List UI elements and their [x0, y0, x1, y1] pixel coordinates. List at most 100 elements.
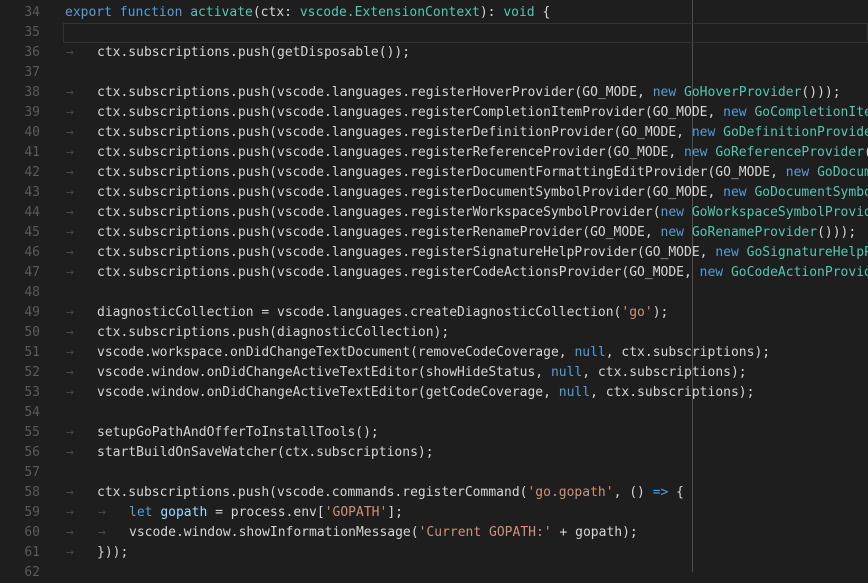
code-line[interactable]: 62: [0, 563, 868, 583]
code-line[interactable]: 50→ctx.subscriptions.push(diagnosticColl…: [0, 323, 868, 343]
code-line[interactable]: 54: [0, 403, 868, 423]
gutter: 45: [0, 223, 63, 243]
code-line[interactable]: 56→startBuildOnSaveWatcher(ctx.subscript…: [0, 443, 868, 463]
code-line-content: →ctx.subscriptions.push(vscode.languages…: [63, 123, 868, 143]
line-number[interactable]: 35: [0, 23, 40, 43]
line-number[interactable]: 56: [0, 443, 40, 463]
gutter: 49: [0, 303, 63, 323]
line-number[interactable]: 48: [0, 283, 40, 303]
line-number[interactable]: 39: [0, 103, 40, 123]
code-line[interactable]: 43→ctx.subscriptions.push(vscode.languag…: [0, 183, 868, 203]
code-editor[interactable]: 34export function activate(ctx: vscode.E…: [0, 0, 868, 572]
line-number[interactable]: 58: [0, 483, 40, 503]
code-text: ctx.subscriptions.push(diagnosticCollect…: [97, 323, 449, 343]
code-line-content: →ctx.subscriptions.push(vscode.commands.…: [63, 483, 868, 503]
line-number[interactable]: 51: [0, 343, 40, 363]
code-text: ctx.subscriptions.push(getDisposable());: [97, 43, 410, 63]
line-number[interactable]: 55: [0, 423, 40, 443]
code-token: [723, 265, 731, 280]
gutter: 55: [0, 423, 63, 443]
line-number[interactable]: 52: [0, 363, 40, 383]
line-number[interactable]: 42: [0, 163, 40, 183]
line-number[interactable]: 62: [0, 563, 40, 583]
tab-whitespace-icon: →: [66, 183, 74, 203]
code-token: + gopath);: [552, 525, 638, 540]
gutter: 39: [0, 103, 63, 123]
code-line[interactable]: 46 →ctx.subscriptions.push(vscode.languag…: [0, 243, 868, 263]
line-number[interactable]: 36: [0, 43, 40, 63]
code-line[interactable]: 55→setupGoPathAndOfferToInstallTools();: [0, 423, 868, 443]
code-line[interactable]: 34export function activate(ctx: vscode.E…: [0, 3, 868, 23]
tab-whitespace-icon: →: [66, 143, 74, 163]
gutter: 44: [0, 203, 63, 223]
code-token: GoCompletionItem: [754, 105, 868, 120]
code-line-content: [63, 283, 868, 303]
code-line[interactable]: 59→→let gopath = process.env['GOPATH'];: [0, 503, 868, 523]
code-line[interactable]: 45→ctx.subscriptions.push(vscode.languag…: [0, 223, 868, 243]
code-line[interactable]: 41→ctx.subscriptions.push(vscode.languag…: [0, 143, 868, 163]
code-token: export function: [65, 5, 190, 20]
line-number[interactable]: 38: [0, 83, 40, 103]
code-token: );: [653, 305, 669, 320]
line-number[interactable]: 61: [0, 543, 40, 563]
line-number[interactable]: 49: [0, 303, 40, 323]
code-token: (ctx:: [253, 5, 300, 20]
code-line[interactable]: 36→ctx.subscriptions.push(getDisposable(…: [0, 43, 868, 63]
code-text: ctx.subscriptions.push(vscode.languages.…: [97, 223, 856, 243]
code-line-content: [63, 563, 868, 583]
code-token: ctx.subscriptions.push(vscode.languages.…: [97, 245, 715, 260]
code-line-content: [63, 403, 868, 423]
code-line[interactable]: 61→}));: [0, 543, 868, 563]
code-token: , ctx.subscriptions);: [582, 365, 746, 380]
code-line[interactable]: 42 →ctx.subscriptions.push(vscode.languag…: [0, 163, 868, 183]
code-token: void: [503, 5, 534, 20]
line-number[interactable]: 46: [0, 243, 40, 263]
code-line[interactable]: 53→vscode.window.onDidChangeActiveTextEd…: [0, 383, 868, 403]
gutter: 40: [0, 123, 63, 143]
line-number[interactable]: 41: [0, 143, 40, 163]
code-line[interactable]: 48: [0, 283, 868, 303]
line-number[interactable]: 57: [0, 463, 40, 483]
code-line-content: →ctx.subscriptions.push(vscode.languages…: [63, 243, 868, 263]
code-token: startBuildOnSaveWatcher(ctx.subscription…: [97, 445, 434, 460]
line-number[interactable]: 53: [0, 383, 40, 403]
line-number[interactable]: 34: [0, 3, 40, 23]
code-line[interactable]: 39→ctx.subscriptions.push(vscode.languag…: [0, 103, 868, 123]
code-token: activate: [190, 5, 253, 20]
line-number[interactable]: 45: [0, 223, 40, 243]
code-line[interactable]: 60→→vscode.window.showInformationMessage…: [0, 523, 868, 543]
tab-whitespace-icon: →: [66, 303, 74, 323]
code-line-content: →ctx.subscriptions.push(vscode.languages…: [63, 163, 868, 183]
code-line[interactable]: 35: [0, 23, 868, 43]
line-number[interactable]: 50: [0, 323, 40, 343]
line-number[interactable]: 37: [0, 63, 40, 83]
code-line[interactable]: 47→ctx.subscriptions.push(vscode.languag…: [0, 263, 868, 283]
tab-whitespace-icon: →: [66, 263, 74, 283]
code-line[interactable]: 37: [0, 63, 868, 83]
code-token: ctx.subscriptions.push(vscode.languages.…: [97, 105, 723, 120]
code-line[interactable]: 38→ctx.subscriptions.push(vscode.languag…: [0, 83, 868, 103]
code-token: = process.env[: [207, 505, 324, 520]
code-line[interactable]: 40 →ctx.subscriptions.push(vscode.languag…: [0, 123, 868, 143]
code-token: new: [684, 145, 707, 160]
code-line[interactable]: 52 →vscode.window.onDidChangeActiveTextEd…: [0, 363, 868, 383]
code-line[interactable]: 58 →ctx.subscriptions.push(vscode.command…: [0, 483, 868, 503]
code-line[interactable]: 57: [0, 463, 868, 483]
gutter: 34: [0, 3, 63, 23]
tab-whitespace-icon: →: [66, 423, 74, 443]
line-number[interactable]: 40: [0, 123, 40, 143]
code-line[interactable]: 44→ctx.subscriptions.push(vscode.languag…: [0, 203, 868, 223]
line-number[interactable]: 60: [0, 523, 40, 543]
line-number[interactable]: 47: [0, 263, 40, 283]
line-number[interactable]: 54: [0, 403, 40, 423]
line-number[interactable]: 43: [0, 183, 40, 203]
code-line-content: →vscode.window.onDidChangeActiveTextEdit…: [63, 363, 868, 383]
gutter: 57: [0, 463, 63, 483]
line-number[interactable]: 44: [0, 203, 40, 223]
gutter: 56: [0, 443, 63, 463]
code-token: ctx.subscriptions.push(vscode.commands.r…: [97, 485, 527, 500]
code-token: ];: [387, 505, 403, 520]
code-line[interactable]: 51→vscode.workspace.onDidChangeTextDocum…: [0, 343, 868, 363]
code-line[interactable]: 49→diagnosticCollection = vscode.languag…: [0, 303, 868, 323]
line-number[interactable]: 59: [0, 503, 40, 523]
